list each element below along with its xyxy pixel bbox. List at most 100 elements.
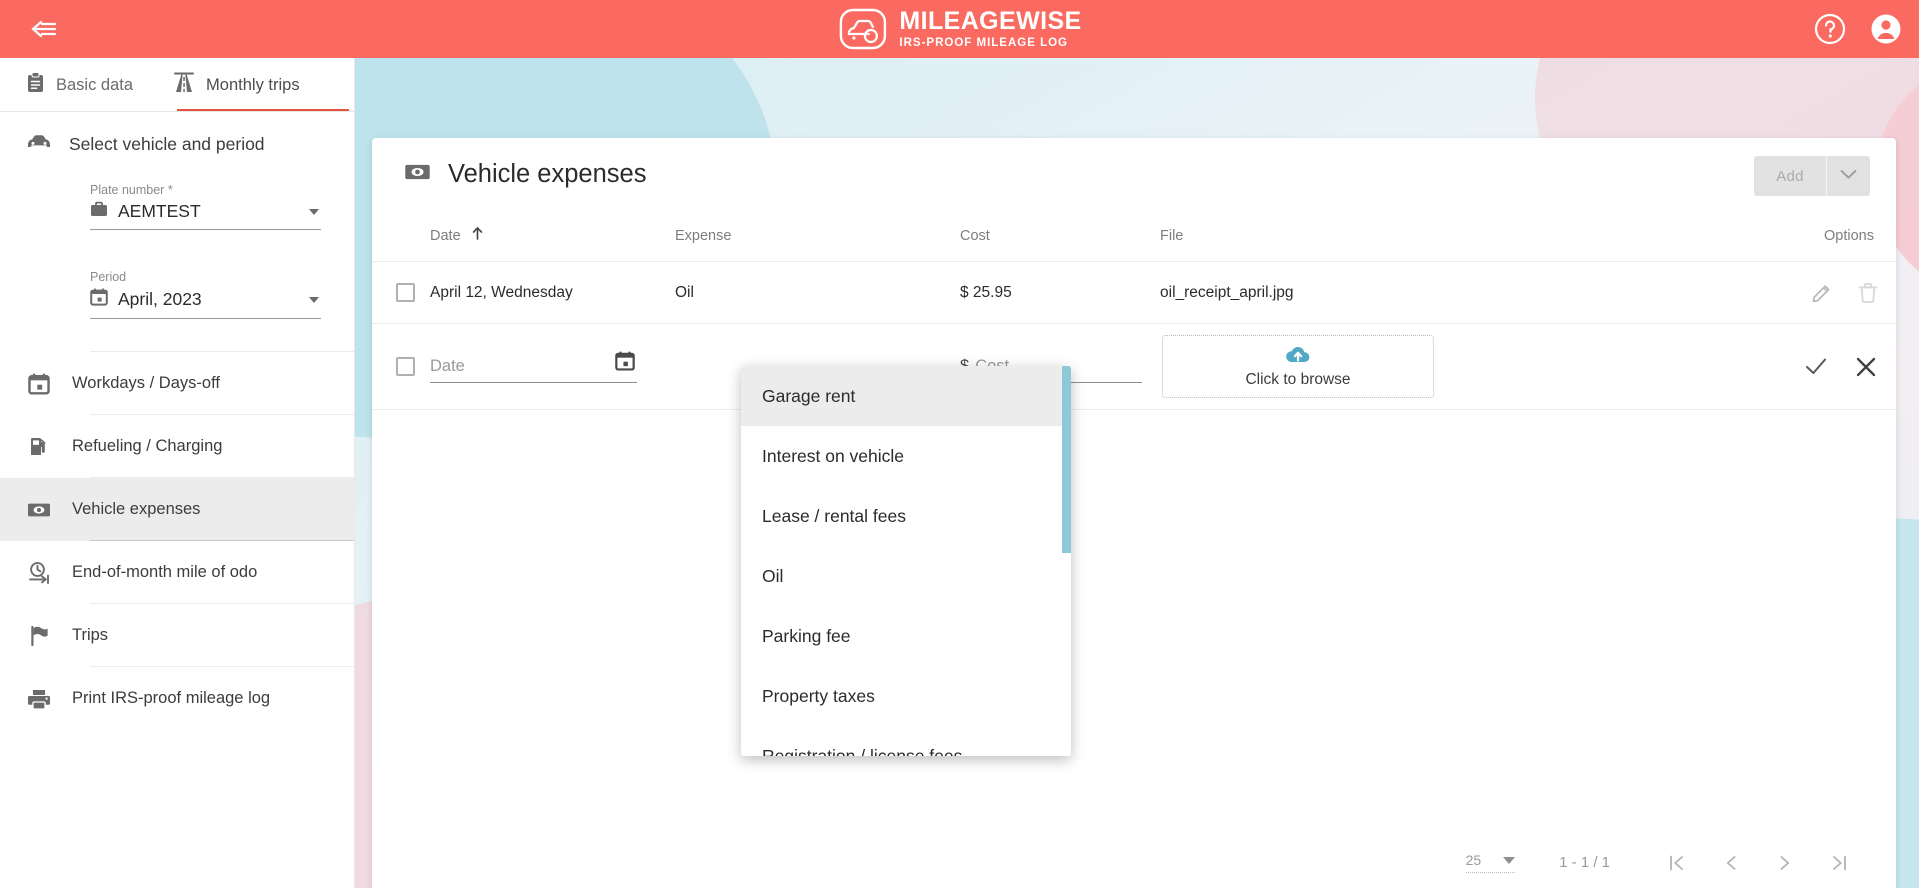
sidebar-item-print-log[interactable]: Print IRS-proof mileage log bbox=[0, 667, 354, 730]
chevron-down-icon[interactable] bbox=[309, 208, 319, 215]
vehicle-period-fields: Plate number * AEMTEST Period April, 202… bbox=[0, 171, 354, 319]
page-size-select[interactable]: 25 bbox=[1465, 852, 1516, 873]
odometer-clock-icon bbox=[26, 561, 52, 585]
car-front-icon bbox=[26, 132, 52, 157]
pencil-icon[interactable] bbox=[1811, 282, 1832, 303]
field-spacer bbox=[90, 236, 321, 258]
sidebar-nav: Workdays / Days-off Refueling / Charging bbox=[0, 352, 354, 730]
sidebar-item-label: End-of-month mile of odo bbox=[72, 563, 258, 581]
tab-monthly-trips-label: Monthly trips bbox=[206, 75, 300, 94]
date-input-placeholder: Date bbox=[430, 356, 465, 375]
cloud-upload-icon bbox=[1285, 345, 1311, 369]
collapse-sidebar-icon[interactable] bbox=[14, 0, 72, 58]
add-button-group: Add bbox=[1754, 156, 1870, 196]
edit-row-checkbox[interactable] bbox=[395, 357, 415, 376]
close-icon[interactable] bbox=[1854, 355, 1878, 379]
expense-type-dropdown[interactable]: Garage rent Interest on vehicle Lease / … bbox=[741, 366, 1071, 756]
trash-icon[interactable] bbox=[1858, 282, 1878, 303]
sidebar-item-end-of-month-odo[interactable]: End-of-month mile of odo bbox=[0, 541, 354, 604]
column-header-expense[interactable]: Expense bbox=[675, 228, 960, 244]
row-checkbox[interactable] bbox=[395, 283, 415, 302]
file-upload-label: Click to browse bbox=[1245, 370, 1351, 388]
first-page-icon[interactable] bbox=[1650, 853, 1704, 873]
expense-option-interest-on-vehicle[interactable]: Interest on vehicle bbox=[741, 426, 1071, 486]
edit-cell-date: Date bbox=[430, 350, 675, 383]
expense-option-garage-rent[interactable]: Garage rent bbox=[741, 366, 1071, 426]
sidebar-item-label: Workdays / Days-off bbox=[72, 374, 220, 392]
caret-down-icon bbox=[1503, 856, 1516, 864]
card-header: Vehicle expenses Add bbox=[372, 138, 1896, 210]
fuel-pump-icon bbox=[26, 436, 52, 458]
edit-row-checkbox-cell bbox=[372, 357, 430, 376]
topbar-actions bbox=[1813, 0, 1903, 58]
table-row[interactable]: April 12, Wednesday Oil $ 25.95 oil_rece… bbox=[372, 262, 1896, 324]
tab-monthly-trips[interactable]: Monthly trips bbox=[153, 58, 320, 112]
flag-icon bbox=[26, 625, 52, 647]
row-checkbox-cell bbox=[372, 283, 430, 302]
column-header-file[interactable]: File bbox=[1160, 228, 1708, 244]
expense-option-parking-fee[interactable]: Parking fee bbox=[741, 606, 1071, 666]
account-circle-icon[interactable] bbox=[1869, 12, 1903, 46]
date-input[interactable]: Date bbox=[430, 350, 637, 383]
banknote-icon bbox=[404, 162, 431, 187]
top-app-bar: MILEAGEWISE IRS-PROOF MILEAGE LOG bbox=[0, 0, 1919, 58]
pagination: 25 1 - 1 / 1 bbox=[1465, 852, 1866, 873]
expense-option-property-taxes[interactable]: Property taxes bbox=[741, 666, 1071, 726]
body-area: Basic data Monthly trips Select vehicle … bbox=[0, 58, 1919, 888]
sidebar-item-vehicle-expenses[interactable]: Vehicle expenses bbox=[0, 478, 354, 541]
sidebar-item-label: Print IRS-proof mileage log bbox=[72, 689, 271, 707]
sidebar-item-label: Trips bbox=[72, 626, 109, 644]
sidebar-item-label: Refueling / Charging bbox=[72, 437, 223, 455]
sidebar-item-workdays[interactable]: Workdays / Days-off bbox=[0, 352, 354, 415]
sidebar-item-refueling[interactable]: Refueling / Charging bbox=[0, 415, 354, 478]
clipboard-icon bbox=[26, 72, 45, 98]
brand-subtitle: IRS-PROOF MILEAGE LOG bbox=[899, 36, 1068, 49]
select-vehicle-section-header: Select vehicle and period bbox=[0, 112, 354, 171]
pagination-range: 1 - 1 / 1 bbox=[1559, 854, 1610, 871]
help-circle-icon[interactable] bbox=[1813, 12, 1847, 46]
add-button[interactable]: Add bbox=[1754, 156, 1826, 196]
check-icon[interactable] bbox=[1804, 355, 1828, 379]
select-vehicle-title: Select vehicle and period bbox=[69, 134, 265, 154]
brand-title: MILEAGEWISE bbox=[899, 6, 1082, 35]
calendar-icon[interactable] bbox=[615, 350, 635, 376]
table-header-row: Date Expense Cost File Options bbox=[372, 210, 1896, 262]
dropdown-scrollbar[interactable] bbox=[1062, 366, 1071, 756]
table-edit-row: Date Click to browse bbox=[372, 324, 1896, 410]
plate-number-label: Plate number * bbox=[90, 183, 173, 197]
brand-logo-block: MILEAGEWISE IRS-PROOF MILEAGE LOG bbox=[837, 8, 1081, 50]
printer-icon bbox=[26, 688, 52, 710]
tabs-underline bbox=[0, 111, 355, 112]
last-page-icon[interactable] bbox=[1812, 853, 1866, 873]
tab-basic-data[interactable]: Basic data bbox=[0, 58, 153, 112]
expense-option-lease-rental-fees[interactable]: Lease / rental fees bbox=[741, 486, 1071, 546]
dropdown-scrollbar-thumb[interactable] bbox=[1062, 366, 1071, 553]
chevron-down-icon[interactable] bbox=[309, 296, 319, 303]
highway-icon bbox=[173, 72, 195, 98]
next-page-icon[interactable] bbox=[1758, 853, 1812, 873]
sidebar-tabs: Basic data Monthly trips bbox=[0, 58, 355, 112]
plate-number-field[interactable]: Plate number * AEMTEST bbox=[90, 171, 321, 230]
app-root: MILEAGEWISE IRS-PROOF MILEAGE LOG Basic … bbox=[0, 0, 1919, 888]
column-header-cost[interactable]: Cost bbox=[960, 228, 1160, 244]
arrow-up-icon bbox=[472, 227, 483, 244]
period-value: April, 2023 bbox=[118, 289, 202, 309]
calendar-icon bbox=[90, 288, 108, 311]
edit-cell-file: Click to browse bbox=[1160, 335, 1708, 398]
add-dropdown-button[interactable] bbox=[1826, 156, 1870, 196]
row-options-cell bbox=[1708, 282, 1896, 303]
banknote-icon bbox=[26, 501, 52, 519]
prev-page-icon[interactable] bbox=[1704, 853, 1758, 873]
expense-options-list: Garage rent Interest on vehicle Lease / … bbox=[741, 366, 1071, 756]
cell-date: April 12, Wednesday bbox=[430, 283, 573, 301]
column-header-date[interactable]: Date bbox=[430, 227, 675, 244]
sidebar-item-trips[interactable]: Trips bbox=[0, 604, 354, 667]
expense-option-oil[interactable]: Oil bbox=[741, 546, 1071, 606]
vehicle-expenses-card: Vehicle expenses Add Date Expense Cost F… bbox=[372, 138, 1896, 888]
period-field[interactable]: Period April, 2023 bbox=[90, 258, 321, 319]
cell-cost: $ 25.95 bbox=[960, 283, 1012, 301]
tab-basic-data-label: Basic data bbox=[56, 75, 134, 94]
expense-option-registration-license-fees[interactable]: Registration / license fees bbox=[741, 726, 1071, 757]
mileagewise-logo-icon bbox=[837, 8, 887, 50]
file-upload-dropzone[interactable]: Click to browse bbox=[1162, 335, 1434, 398]
